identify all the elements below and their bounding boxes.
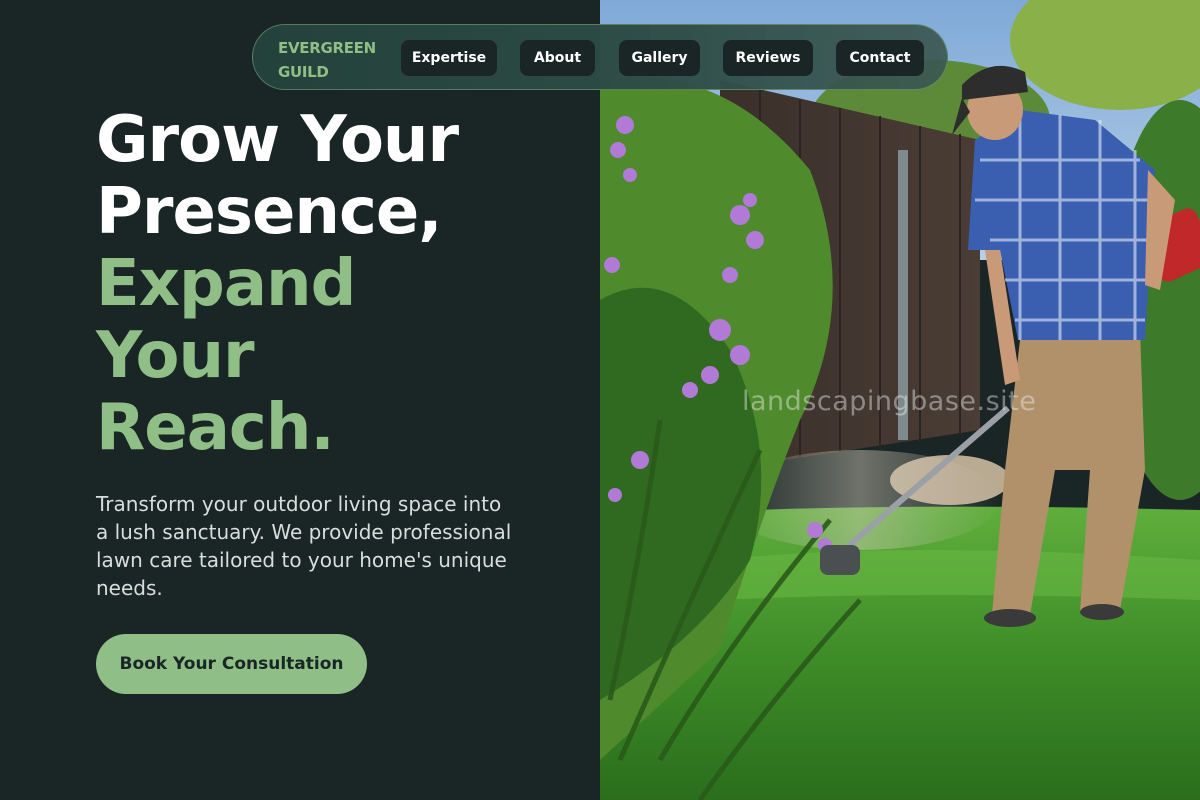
brand-line-1: EVERGREEN — [278, 39, 376, 57]
nav-link-expertise[interactable]: Expertise — [401, 40, 497, 76]
brand-logo[interactable]: EVERGREEN GUILD — [278, 36, 376, 84]
brand-line-2: GUILD — [278, 63, 329, 81]
book-consultation-button[interactable]: Book Your Consultation — [96, 634, 367, 694]
nav-link-reviews[interactable]: Reviews — [723, 40, 813, 76]
nav-link-contact[interactable]: Contact — [836, 40, 924, 76]
headline-line-4: Your — [96, 319, 255, 393]
hero-section: Grow Your Presence, Expand Your Reach. T… — [0, 0, 600, 800]
nav-link-about[interactable]: About — [520, 40, 595, 76]
headline-line-1: Grow Your — [96, 103, 459, 177]
watermark-text: landscapingbase.site — [742, 386, 1037, 417]
headline-line-2: Presence, — [96, 175, 443, 249]
headline-line-3: Expand — [96, 247, 356, 321]
page: Grow Your Presence, Expand Your Reach. T… — [0, 0, 1200, 800]
nav-link-gallery[interactable]: Gallery — [619, 40, 700, 76]
hero-description: Transform your outdoor living space into… — [96, 492, 512, 600]
hero-headline: Grow Your Presence, Expand Your Reach. — [96, 103, 459, 465]
headline-line-5: Reach. — [96, 391, 335, 465]
top-navigation: EVERGREEN GUILD Expertise About Gallery … — [252, 24, 948, 90]
